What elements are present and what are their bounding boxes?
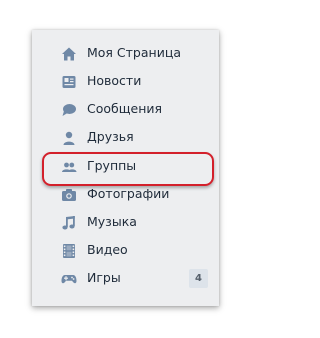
menu-item-label: Друзья xyxy=(87,129,134,144)
friends-icon xyxy=(63,131,75,145)
menu-item-friends[interactable]: Друзья xyxy=(32,124,219,152)
groups-icon xyxy=(62,162,77,172)
camera-icon xyxy=(62,189,76,201)
menu-item-games[interactable]: Игры 4 xyxy=(32,265,219,293)
menu-item-music[interactable]: Музыка xyxy=(32,209,219,237)
menu-item-my-page[interactable]: Моя Страница xyxy=(32,40,219,68)
left-nav-menu: Моя Страница Новости Сообщения Друзья Гр… xyxy=(32,30,219,306)
messages-icon xyxy=(62,104,76,116)
video-icon xyxy=(63,244,75,258)
menu-item-messages[interactable]: Сообщения xyxy=(32,96,219,124)
menu-item-label: Музыка xyxy=(87,214,137,229)
menu-item-label: Фотографии xyxy=(87,186,170,201)
menu-item-photos[interactable]: Фотографии xyxy=(32,181,219,209)
news-icon xyxy=(62,76,76,88)
menu-item-label: Сообщения xyxy=(87,101,163,116)
notification-count-badge: 4 xyxy=(189,269,208,288)
menu-item-label: Новости xyxy=(87,73,142,88)
menu-item-label: Видео xyxy=(87,242,128,257)
music-icon xyxy=(62,216,75,230)
menu-item-groups[interactable]: Группы xyxy=(32,153,219,181)
menu-item-news[interactable]: Новости xyxy=(32,68,219,96)
menu-item-label: Группы xyxy=(87,158,137,173)
menu-item-label: Игры xyxy=(87,270,121,285)
menu-item-video[interactable]: Видео xyxy=(32,237,219,265)
home-icon xyxy=(62,47,76,61)
gamepad-icon xyxy=(61,275,77,284)
menu-item-label: Моя Страница xyxy=(87,45,181,60)
